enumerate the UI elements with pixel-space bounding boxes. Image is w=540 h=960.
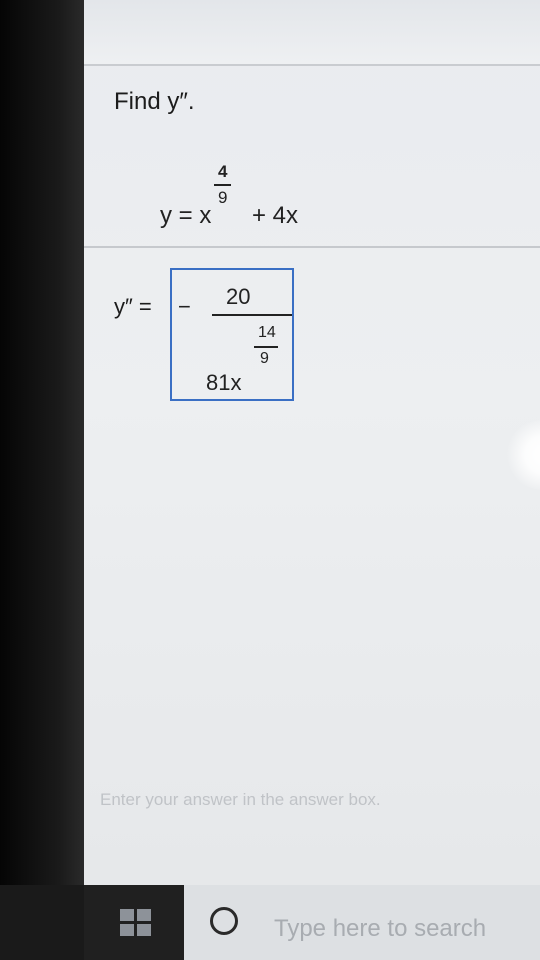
question-title: Find y″. — [114, 88, 195, 115]
windows-icon — [120, 909, 152, 937]
answer-exponent-denominator: 9 — [260, 350, 269, 367]
taskbar-search[interactable]: Type here to search — [184, 885, 540, 960]
search-placeholder: Type here to search — [274, 915, 487, 942]
answer-exponent-numerator: 14 — [258, 324, 276, 341]
exponent-fraction-bar — [214, 184, 231, 186]
exponent-denominator: 9 — [218, 188, 228, 207]
answer-exponent-bar — [254, 346, 278, 348]
function-expression: y = x 4 9 + 4x — [156, 150, 376, 240]
answer-coefficient: 81x — [206, 370, 242, 395]
screen-glare — [504, 420, 540, 490]
search-circle-icon — [210, 907, 238, 935]
header-strip — [84, 0, 540, 66]
app-window: Find y″. y = x 4 9 + 4x y″ = − 20 14 9 8… — [84, 0, 540, 885]
function-base: y = x — [160, 202, 212, 229]
answer-sign: − — [178, 294, 191, 319]
screen-bezel — [0, 0, 84, 885]
answer-fraction-bar — [212, 314, 292, 316]
section-divider — [84, 246, 540, 248]
function-tail: + 4x — [252, 202, 299, 229]
exponent-numerator: 4 — [218, 162, 228, 181]
hint-text: Enter your answer in the answer box. — [100, 790, 381, 809]
answer-label: y″ = — [114, 294, 152, 319]
start-button[interactable] — [84, 885, 184, 960]
answer-box[interactable]: − 20 14 9 81x — [170, 268, 294, 401]
answer-numerator: 20 — [226, 284, 251, 309]
taskbar: Type here to search — [0, 885, 540, 960]
